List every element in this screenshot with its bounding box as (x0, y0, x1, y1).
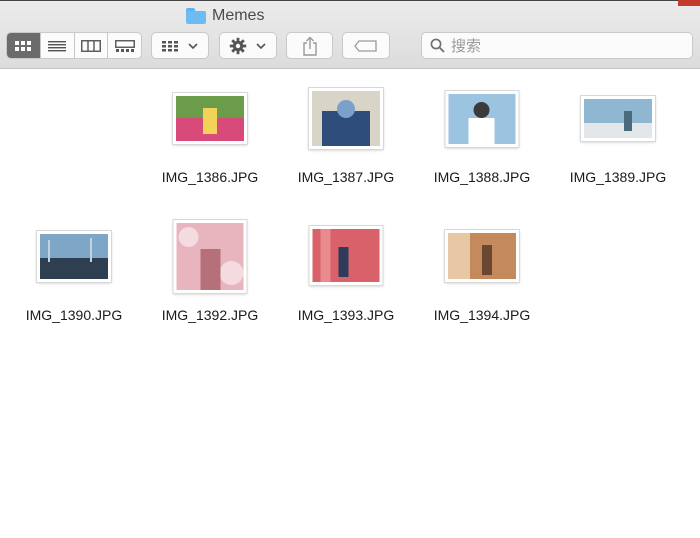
view-mode-switcher (6, 32, 142, 59)
file-name: IMG_1387.JPG (297, 169, 395, 185)
file-thumbnail[interactable] (581, 96, 655, 141)
file-item[interactable]: IMG_1387.JPG (278, 88, 414, 188)
file-item[interactable]: IMG_1388.JPG (414, 88, 550, 188)
column-view-icon (80, 39, 101, 52)
file-thumbnail[interactable] (173, 93, 247, 144)
photo-preview (584, 99, 652, 138)
list-view-button[interactable] (41, 33, 75, 58)
icon-view-icon (15, 40, 32, 51)
search-input[interactable] (451, 36, 681, 55)
window-top-edge (0, 0, 700, 1)
file-name: IMG_1388.JPG (433, 169, 531, 185)
gallery-view-button[interactable] (108, 33, 141, 58)
file-item[interactable]: IMG_1392.JPG (142, 218, 278, 323)
file-thumbnail[interactable] (445, 230, 519, 282)
share-icon (302, 36, 317, 56)
chevron-down-icon (256, 42, 266, 49)
photo-preview (312, 229, 380, 282)
finder-toolbar: Memes (0, 0, 700, 69)
search-field[interactable] (421, 32, 693, 59)
file-item[interactable]: IMG_1390.JPG (6, 226, 142, 326)
file-name: IMG_1393.JPG (297, 307, 395, 323)
folder-icon (186, 8, 206, 24)
file-item[interactable]: IMG_1394.JPG (414, 226, 550, 326)
file-thumbnail[interactable] (309, 226, 383, 285)
photo-preview (176, 223, 244, 290)
photo-preview (448, 233, 516, 279)
file-item[interactable]: IMG_1386.JPG (142, 88, 278, 188)
file-name: IMG_1392.JPG (161, 307, 259, 323)
search-icon (430, 38, 445, 53)
file-name: IMG_1394.JPG (433, 307, 531, 323)
photo-preview (312, 91, 380, 146)
file-thumbnail[interactable] (173, 220, 247, 293)
file-name: IMG_1389.JPG (569, 169, 667, 185)
group-by-button[interactable] (151, 32, 209, 59)
action-menu-button[interactable] (219, 32, 277, 59)
file-item[interactable]: IMG_1389.JPG (550, 88, 686, 188)
window-accent (678, 0, 700, 6)
list-view-icon (48, 40, 67, 51)
share-button[interactable] (286, 32, 333, 59)
photo-preview (40, 234, 108, 279)
file-name: IMG_1390.JPG (25, 307, 123, 323)
tags-button[interactable] (342, 32, 390, 59)
file-thumbnail[interactable] (309, 88, 383, 149)
window-title: Memes (186, 6, 264, 26)
gear-icon (229, 37, 247, 54)
photo-preview (176, 96, 244, 141)
group-grid-icon (162, 40, 178, 51)
photo-preview (448, 94, 516, 144)
file-name: IMG_1386.JPG (161, 169, 259, 185)
file-item[interactable]: IMG_1393.JPG (278, 226, 414, 326)
icon-view-button[interactable] (7, 33, 41, 58)
column-view-button[interactable] (75, 33, 109, 58)
file-thumbnail[interactable] (445, 91, 519, 147)
file-thumbnail[interactable] (37, 231, 111, 282)
chevron-down-icon (188, 42, 198, 49)
tag-icon (354, 39, 377, 52)
gallery-view-icon (114, 39, 135, 52)
window-title-text: Memes (212, 7, 265, 24)
